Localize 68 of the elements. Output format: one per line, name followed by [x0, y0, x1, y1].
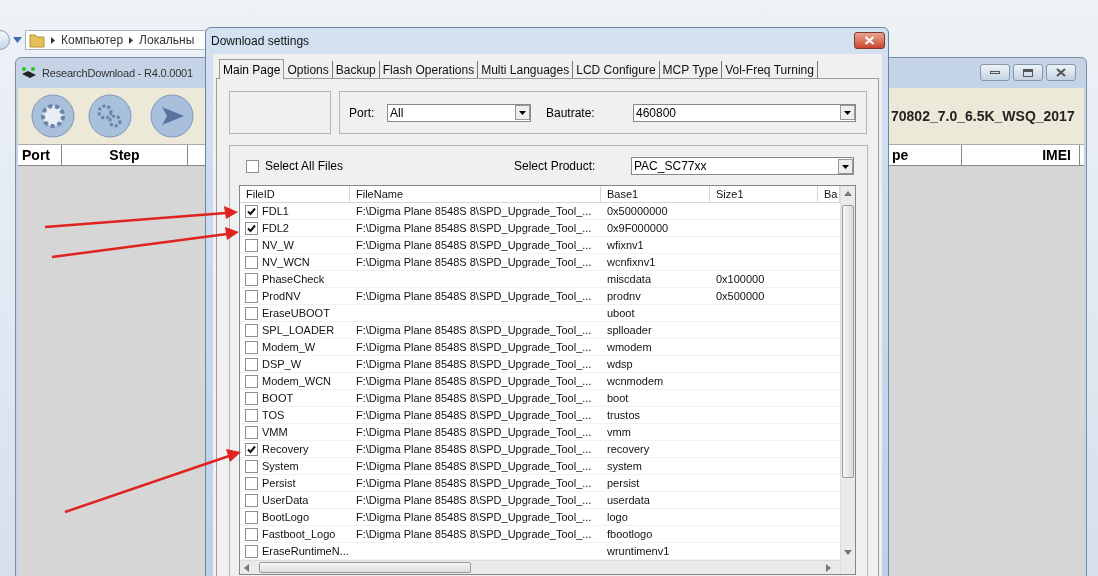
table-cell-text: boot: [607, 390, 629, 406]
table-cell-text: BootLogo: [262, 509, 310, 525]
table-cell-text: F:\Digma Plane 8548S 8\SPD_Upgrade_Tool_...: [356, 254, 592, 270]
table-cell-text: System: [262, 458, 299, 474]
table-cell-text: 0x9F000000: [607, 220, 669, 236]
port-label: Port:: [349, 104, 376, 122]
baudrate-label: Bautrate:: [546, 104, 596, 122]
table-cell-text: F:\Digma Plane 8548S 8\SPD_Upgrade_Tool_...: [356, 322, 592, 338]
table-cell-text: Modem_W: [262, 339, 316, 355]
table-cell-text: userdata: [607, 492, 650, 508]
product-label: Select Product:: [514, 158, 597, 175]
table-cell-text: Modem_WCN: [262, 373, 332, 389]
table-cell-text: logo: [607, 509, 628, 525]
table-cell-text: wcnmodem: [607, 373, 664, 389]
table-cell-text: miscdata: [607, 271, 652, 287]
table-cell-text: F:\Digma Plane 8548S 8\SPD_Upgrade_Tool_...: [356, 458, 592, 474]
table-cell-text: F:\Digma Plane 8548S 8\SPD_Upgrade_Tool_...: [356, 424, 592, 440]
table-cell-text: 0x500000: [716, 288, 765, 304]
table-cell-text: NV_W: [262, 237, 294, 253]
table-cell-text: wfixnv1: [607, 237, 644, 253]
table-cell-text: F:\Digma Plane 8548S 8\SPD_Upgrade_Tool_...: [356, 373, 592, 389]
table-cell-text: wcnfixnv1: [607, 254, 656, 270]
table-cell-text: SPL_LOADER: [262, 322, 335, 338]
table-cell-text: VMM: [262, 424, 288, 440]
table-cell-text: F:\Digma Plane 8548S 8\SPD_Upgrade_Tool_...: [356, 339, 592, 355]
table-cell-text: EraseRuntimeN...: [262, 543, 349, 559]
table-cell-text: FDL2: [262, 220, 289, 236]
table-cell-text: FDL1: [262, 203, 289, 219]
table-cell-text: F:\Digma Plane 8548S 8\SPD_Upgrade_Tool_...: [356, 237, 592, 253]
window-title: ResearchDownload - R4.0.0001: [42, 65, 193, 81]
table-cell-text: F:\Digma Plane 8548S 8\SPD_Upgrade_Tool_...: [356, 390, 592, 406]
table-cell-text: F:\Digma Plane 8548S 8\SPD_Upgrade_Tool_...: [356, 220, 592, 236]
table-cell-text: Fastboot_Logo: [262, 526, 336, 542]
checkbox-label: Select All Files: [265, 158, 344, 175]
table-cell-text: wdsp: [607, 356, 633, 372]
table-cell-text: splloader: [607, 322, 652, 338]
table-cell-text: wmodem: [607, 339, 652, 355]
table-cell-text: trustos: [607, 407, 640, 423]
table-cell-text: fbootlogo: [607, 526, 653, 542]
table-cell-text: system: [607, 458, 642, 474]
table-cell-text: F:\Digma Plane 8548S 8\SPD_Upgrade_Tool_...: [356, 203, 592, 219]
table-cell-text: F:\Digma Plane 8548S 8\SPD_Upgrade_Tool_...: [356, 509, 592, 525]
table-cell-text: F:\Digma Plane 8548S 8\SPD_Upgrade_Tool_...: [356, 492, 592, 508]
table-cell-text: F:\Digma Plane 8548S 8\SPD_Upgrade_Tool_...: [356, 288, 592, 304]
table-cell-text: 0x50000000: [607, 203, 668, 219]
table-cell-text: F:\Digma Plane 8548S 8\SPD_Upgrade_Tool_...: [356, 356, 592, 372]
table-cell-text: 0x100000: [716, 271, 765, 287]
table-cell-text: wruntimenv1: [607, 543, 670, 559]
table-cell-text: F:\Digma Plane 8548S 8\SPD_Upgrade_Tool_...: [356, 475, 592, 491]
table-cell-text: prodnv: [607, 288, 641, 304]
table-cell-text: Recovery: [262, 441, 309, 457]
table-cell-text: UserData: [262, 492, 309, 508]
table-cell-text: DSP_W: [262, 356, 302, 372]
table-cell-text: uboot: [607, 305, 635, 321]
table-cell-text: F:\Digma Plane 8548S 8\SPD_Upgrade_Tool_...: [356, 441, 592, 457]
table-cell-text: persist: [607, 475, 640, 491]
table-cell-text: vmm: [607, 424, 631, 440]
table-cell-text: BOOT: [262, 390, 294, 406]
table-cell-text: NV_WCN: [262, 254, 310, 270]
table-cell-text: recovery: [607, 441, 650, 457]
table-cell-text: Persist: [262, 475, 296, 491]
table-cell-text: F:\Digma Plane 8548S 8\SPD_Upgrade_Tool_...: [356, 407, 592, 423]
table-cell-text: ProdNV: [262, 288, 301, 304]
firmware-name: 70802_7.0_6.5K_WSQ_2017: [891, 107, 1075, 126]
table-cell-text: TOS: [262, 407, 285, 423]
table-cell-text: F:\Digma Plane 8548S 8\SPD_Upgrade_Tool_...: [356, 526, 592, 542]
table-cell-text: PhaseCheck: [262, 271, 325, 287]
table-cell-text: EraseUBOOT: [262, 305, 330, 321]
